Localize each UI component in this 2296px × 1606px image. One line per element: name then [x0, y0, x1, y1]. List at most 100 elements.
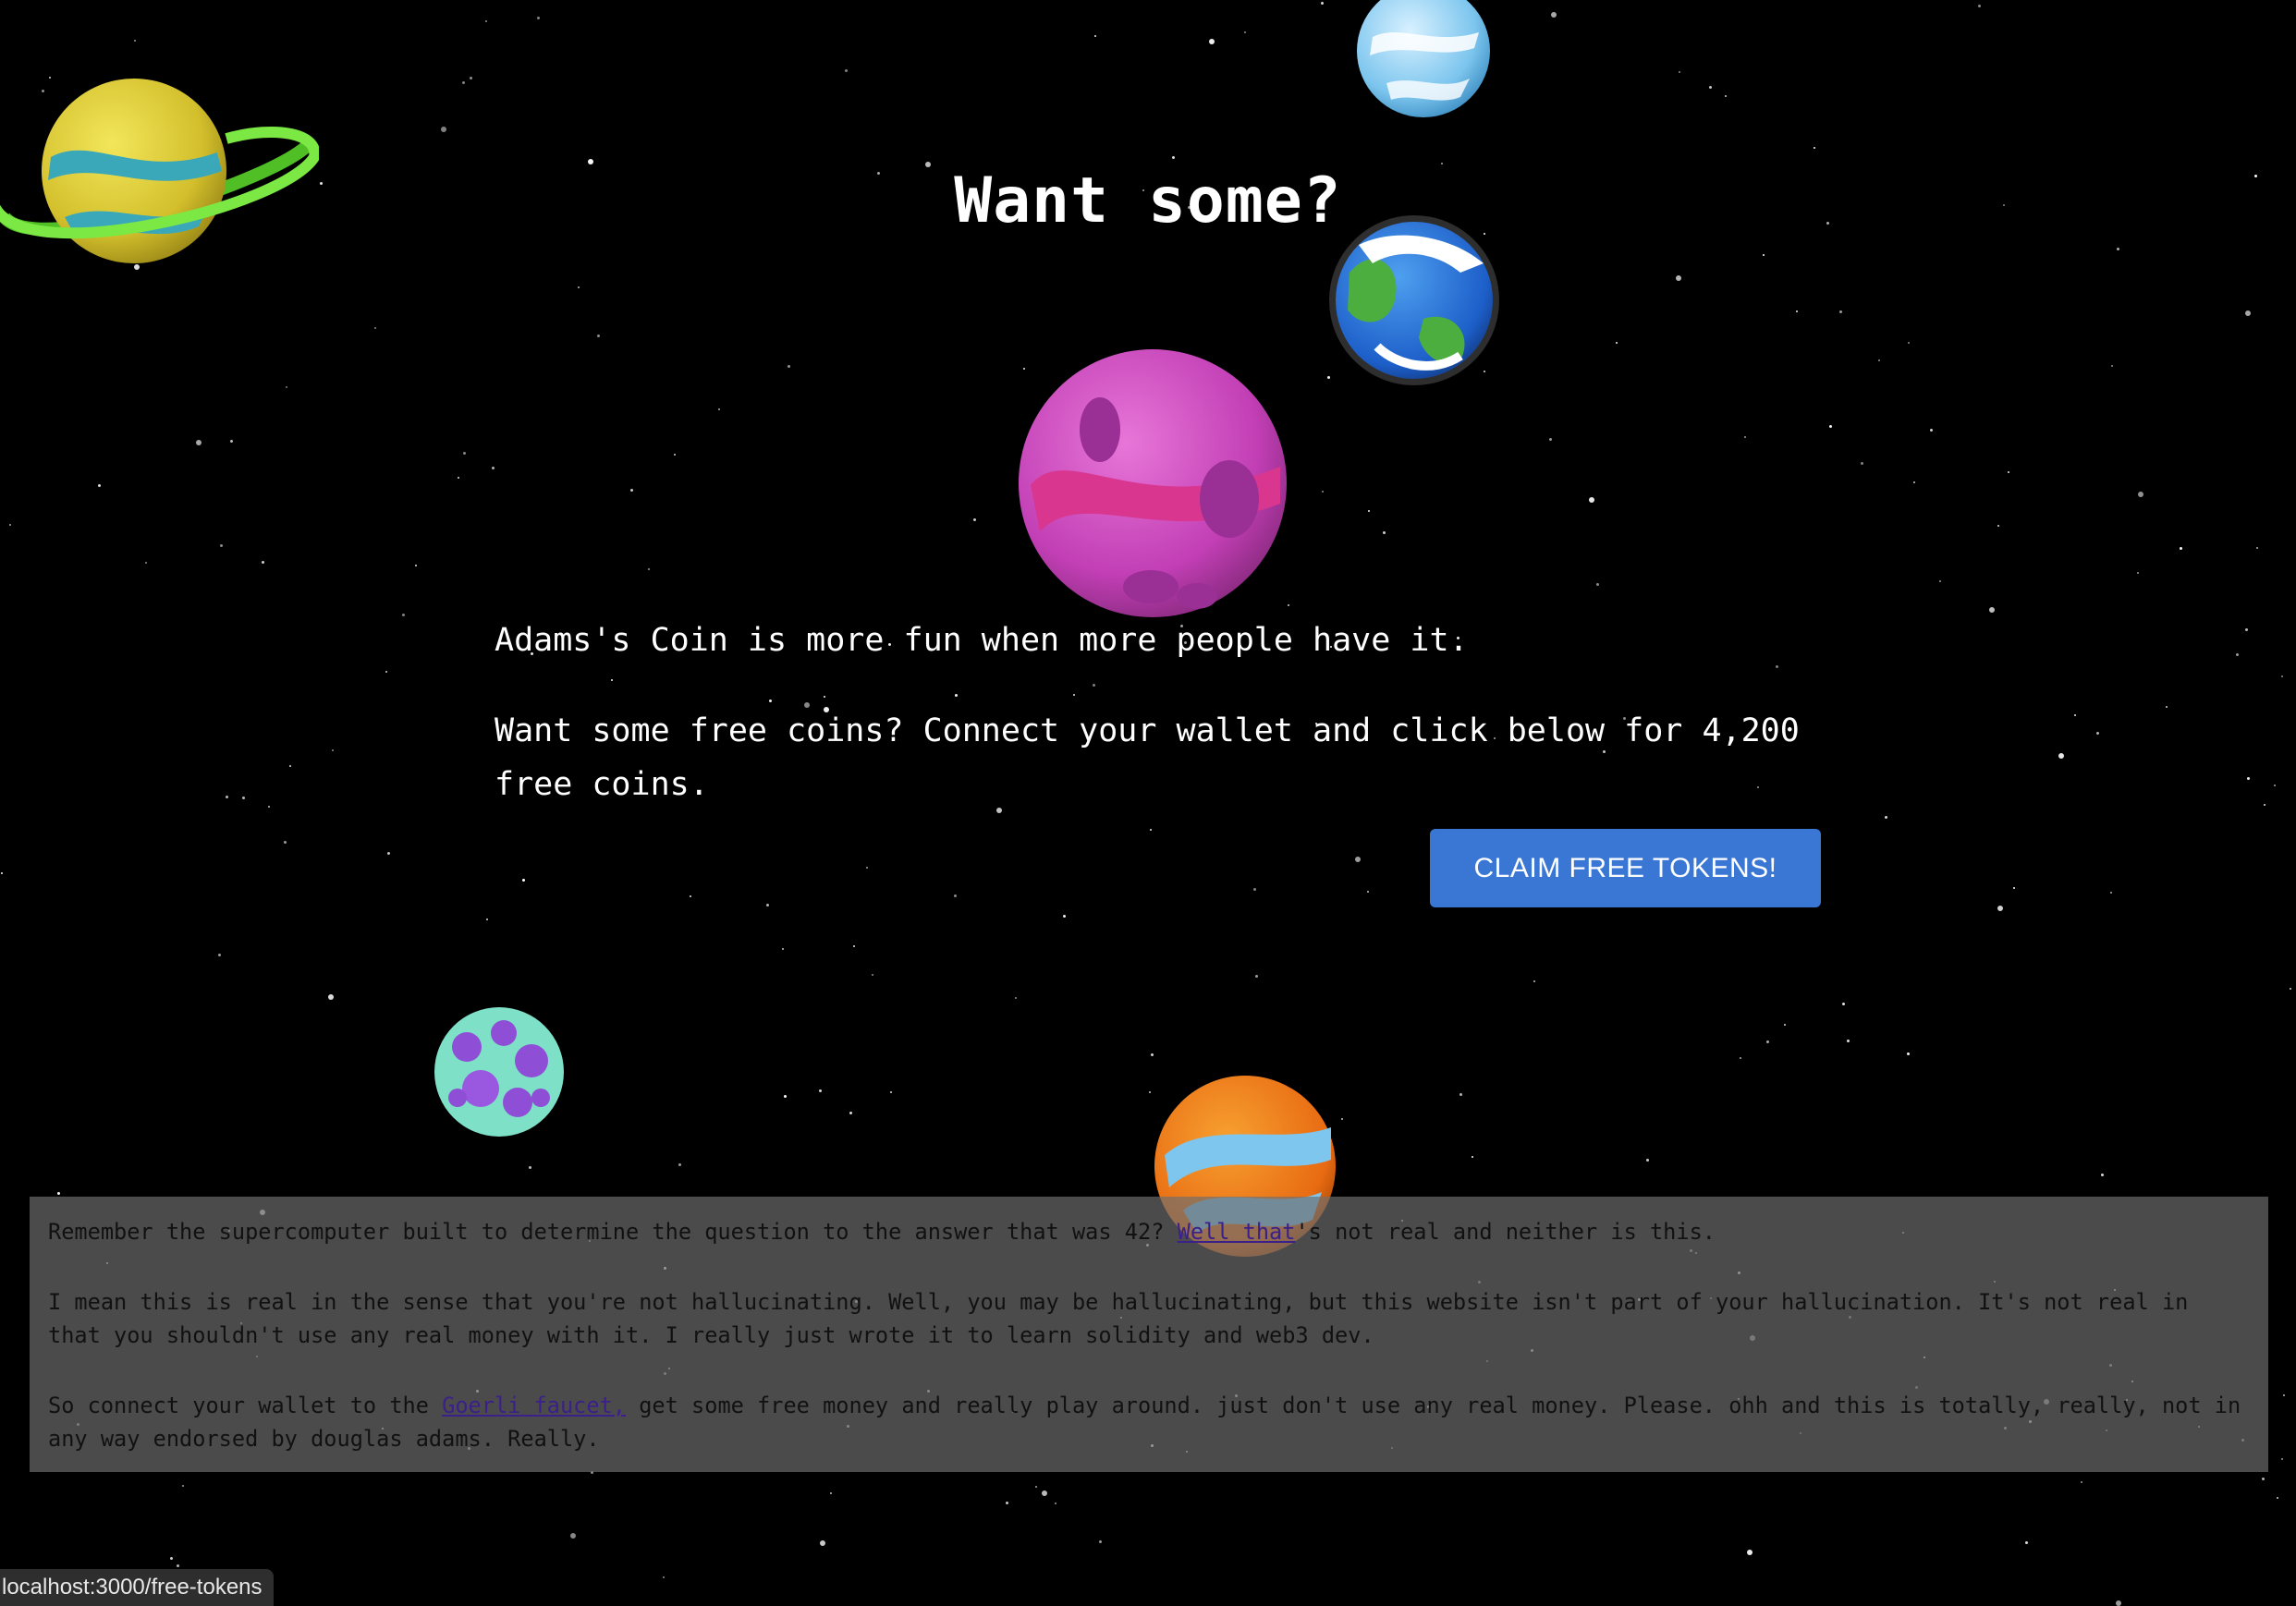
- disclaimer-text: 's not real and neither is this.: [1295, 1219, 1716, 1245]
- star: [1878, 359, 1880, 361]
- star: [522, 879, 525, 882]
- star: [387, 852, 390, 855]
- star: [289, 765, 291, 767]
- star: [1885, 816, 1887, 819]
- star: [830, 1492, 832, 1494]
- star: [674, 454, 676, 456]
- star: [845, 69, 848, 72]
- star: [630, 489, 633, 492]
- star: [769, 700, 772, 702]
- page-title: Want some?: [954, 164, 1342, 237]
- star: [1459, 1093, 1462, 1096]
- star: [2166, 706, 2168, 708]
- star: [196, 440, 202, 445]
- star: [98, 484, 101, 487]
- disclaimer-paragraph-2: I mean this is real in the sense that yo…: [48, 1289, 2189, 1348]
- disclaimer-panel: Remember the supercomputer built to dete…: [30, 1197, 2268, 1472]
- star: [890, 1091, 892, 1093]
- star: [284, 841, 287, 844]
- ice-planet-icon: [1357, 0, 1490, 117]
- star: [1616, 342, 1618, 344]
- star: [1042, 1490, 1047, 1496]
- star: [2110, 892, 2112, 894]
- star: [1209, 39, 1215, 44]
- star: [1551, 12, 1557, 18]
- star: [1842, 1003, 1845, 1005]
- star: [1533, 980, 1535, 982]
- star: [1861, 462, 1863, 465]
- star: [1368, 510, 1370, 512]
- star: [2074, 714, 2076, 716]
- star: [485, 20, 487, 22]
- star: [1150, 829, 1152, 831]
- star: [1930, 429, 1933, 432]
- star: [145, 562, 147, 564]
- star: [570, 1533, 576, 1539]
- star: [463, 452, 466, 455]
- star: [2180, 547, 2182, 550]
- star: [1744, 436, 1746, 438]
- star: [1679, 71, 1680, 73]
- star: [1725, 95, 1727, 97]
- star: [1814, 147, 1815, 149]
- star: [1383, 531, 1386, 534]
- star: [385, 671, 387, 673]
- star: [1763, 254, 1765, 256]
- star: [226, 796, 228, 798]
- star: [2008, 471, 2009, 473]
- disclaimer-paragraph-3: So connect your wallet to the Goerli fau…: [48, 1389, 2250, 1455]
- star: [2101, 1174, 2104, 1176]
- star: [853, 945, 855, 947]
- star: [177, 1564, 179, 1567]
- star: [1055, 1503, 1056, 1504]
- star: [766, 904, 769, 906]
- star: [9, 524, 11, 526]
- star: [678, 1163, 681, 1166]
- star: [1549, 438, 1552, 441]
- star: [2117, 248, 2119, 250]
- star: [788, 365, 790, 368]
- star: [2081, 1481, 2082, 1483]
- star: [1322, 491, 1324, 493]
- star: [1908, 342, 1910, 344]
- disclaimer-paragraph-1: Remember the supercomputer built to dete…: [48, 1215, 2250, 1248]
- star: [2277, 1497, 2278, 1499]
- star: [866, 867, 868, 869]
- star: [2096, 732, 2099, 735]
- star: [2281, 1458, 2283, 1460]
- star: [1784, 1024, 1786, 1026]
- star: [1989, 607, 1995, 613]
- star: [1646, 1159, 1649, 1162]
- star: [648, 568, 650, 570]
- star: [220, 544, 223, 547]
- star: [973, 518, 976, 521]
- star: [578, 286, 580, 288]
- star: [218, 954, 221, 956]
- star: [1321, 2, 1324, 5]
- disclaimer-text: So connect your wallet to the: [48, 1393, 443, 1418]
- star: [782, 948, 784, 950]
- intro-text: Adams's Coin is more fun when more peopl…: [495, 622, 1469, 659]
- star: [1094, 35, 1096, 37]
- star: [1839, 310, 1842, 313]
- star: [182, 1485, 184, 1487]
- star: [819, 1089, 822, 1092]
- well-that-link[interactable]: Well that: [1178, 1219, 1296, 1245]
- star: [690, 895, 691, 897]
- star: [2116, 1600, 2121, 1606]
- claim-free-tokens-button[interactable]: CLAIM FREE TOKENS!: [1430, 829, 1821, 907]
- star: [1913, 481, 1915, 483]
- star: [529, 1166, 531, 1169]
- star: [1073, 694, 1075, 696]
- star: [2283, 1394, 2285, 1396]
- star: [242, 797, 245, 799]
- star: [1796, 310, 1798, 312]
- star: [415, 565, 417, 566]
- goerli-faucet-link[interactable]: Goerli faucet,: [442, 1393, 626, 1418]
- star: [458, 477, 459, 479]
- star: [1063, 915, 1066, 918]
- star: [1255, 975, 1258, 978]
- status-bar-url: localhost:3000/free-tokens: [0, 1569, 274, 1606]
- star: [2013, 887, 2015, 889]
- star: [402, 614, 405, 616]
